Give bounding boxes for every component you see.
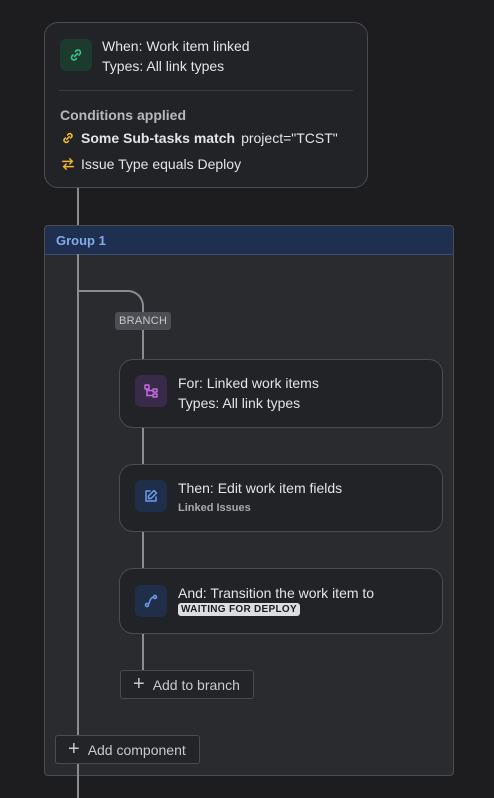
branch-label: BRANCH bbox=[115, 312, 172, 330]
trigger-types: Types: All link types bbox=[102, 58, 225, 74]
edit-icon bbox=[135, 480, 167, 512]
plus-icon: + bbox=[133, 672, 145, 695]
condition-subtasks-value: project="TCST" bbox=[241, 130, 338, 146]
connector-line-inner bbox=[77, 254, 79, 776]
branch-types: Types: All link types bbox=[178, 395, 301, 411]
add-to-branch-label: Add to branch bbox=[152, 676, 240, 693]
trigger-title: When: Work item linked bbox=[102, 38, 250, 54]
trigger-divider bbox=[59, 90, 353, 91]
condition-issue-type-label: Issue Type equals Deploy bbox=[81, 156, 242, 172]
condition-issue-type[interactable]: Issue Type equals Deploy bbox=[61, 156, 241, 172]
plus-icon: + bbox=[68, 737, 80, 760]
transition-icon bbox=[135, 585, 167, 617]
add-component-button[interactable]: + Add component bbox=[55, 735, 200, 764]
swap-condition-icon bbox=[61, 157, 75, 171]
add-component-label: Add component bbox=[87, 741, 186, 758]
connector-line-main bbox=[77, 188, 79, 225]
add-to-branch-button[interactable]: + Add to branch bbox=[120, 670, 254, 699]
transition-card[interactable]: And: Transition the work item to WAITING… bbox=[119, 568, 443, 634]
edit-title: Then: Edit work item fields bbox=[178, 480, 343, 496]
branch-icon bbox=[135, 375, 167, 407]
link-condition-icon bbox=[61, 131, 75, 145]
edit-subtitle: Linked Issues bbox=[178, 502, 251, 514]
group-title: Group 1 bbox=[56, 233, 106, 248]
condition-subtasks-label: Some Sub-tasks match bbox=[81, 130, 236, 146]
group-header[interactable]: Group 1 bbox=[45, 226, 453, 255]
transition-title: And: Transition the work item to bbox=[178, 585, 375, 601]
conditions-header: Conditions applied bbox=[60, 107, 186, 123]
edit-fields-card[interactable]: Then: Edit work item fields Linked Issue… bbox=[119, 464, 443, 532]
branch-title: For: Linked work items bbox=[178, 375, 319, 391]
condition-subtasks[interactable]: Some Sub-tasks match project="TCST" bbox=[61, 130, 338, 146]
link-icon bbox=[60, 39, 92, 71]
status-badge: WAITING FOR DEPLOY bbox=[178, 603, 300, 616]
branch-card[interactable]: For: Linked work items Types: All link t… bbox=[119, 359, 443, 428]
trigger-card[interactable]: When: Work item linked Types: All link t… bbox=[44, 22, 368, 188]
